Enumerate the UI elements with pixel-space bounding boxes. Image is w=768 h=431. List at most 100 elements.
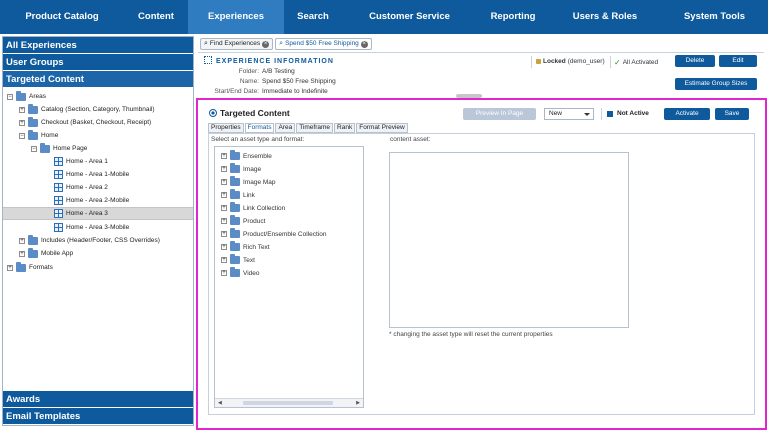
asset-type-label: Image Map bbox=[243, 178, 276, 186]
awards-header[interactable]: Awards bbox=[3, 391, 193, 408]
folder-value: A/B Testing bbox=[262, 68, 295, 75]
collapse-icon[interactable]: − bbox=[7, 93, 13, 100]
edit-button[interactable]: Edit bbox=[719, 55, 757, 67]
app-root: Product Catalog Content Experiences Sear… bbox=[0, 0, 768, 431]
expand-icon[interactable]: + bbox=[221, 153, 227, 159]
folder-icon bbox=[230, 254, 240, 264]
area-icon bbox=[54, 170, 63, 179]
delete-button[interactable]: Delete bbox=[675, 55, 715, 67]
user-groups-header[interactable]: User Groups bbox=[3, 54, 193, 71]
asset-type-text[interactable]: + Text bbox=[221, 254, 255, 265]
tree-item-mobile-app[interactable]: + Mobile App bbox=[19, 247, 73, 260]
left-panel: All Experiences User Groups Targeted Con… bbox=[2, 36, 194, 426]
collapse-icon[interactable]: − bbox=[31, 145, 37, 152]
tab-timeframe[interactable]: Timeframe bbox=[296, 123, 334, 133]
tab-format-preview[interactable]: Format Preview bbox=[356, 123, 408, 133]
all-experiences-header[interactable]: All Experiences bbox=[3, 37, 193, 54]
expand-icon[interactable]: + bbox=[19, 106, 25, 113]
asset-type-link-collection[interactable]: + Link Collection bbox=[221, 202, 285, 213]
expand-icon[interactable]: + bbox=[221, 257, 227, 263]
collapse-icon[interactable]: − bbox=[19, 132, 25, 139]
asset-type-video[interactable]: + Video bbox=[221, 267, 260, 278]
targeted-content-title: Targeted Content bbox=[209, 108, 290, 118]
tree-item-areas[interactable]: − Areas bbox=[7, 90, 46, 103]
preview-in-page-button[interactable]: Preview In Page bbox=[463, 108, 536, 120]
tree-item-label: Areas bbox=[29, 93, 46, 100]
expand-icon[interactable]: + bbox=[221, 192, 227, 198]
folder-icon bbox=[230, 228, 240, 238]
expand-icon[interactable]: + bbox=[221, 270, 227, 276]
folder-icon bbox=[40, 142, 50, 153]
tab-area[interactable]: Area bbox=[275, 123, 296, 133]
state-select[interactable]: New bbox=[544, 108, 594, 120]
scroll-left-icon[interactable]: ◀ bbox=[218, 400, 222, 406]
tab-formats[interactable]: Formats bbox=[244, 123, 275, 133]
scroll-thumb[interactable] bbox=[243, 401, 333, 405]
experience-icon: ⌕ bbox=[279, 40, 284, 47]
folder-icon bbox=[230, 150, 240, 160]
tree-item-label: Home Page bbox=[53, 145, 88, 152]
expand-icon[interactable]: + bbox=[19, 119, 25, 126]
tab-find-experiences[interactable]: ⌕ Find Experiences × bbox=[200, 38, 274, 50]
save-button[interactable]: Save bbox=[715, 108, 749, 120]
tab-properties[interactable]: Properties bbox=[208, 123, 244, 133]
asset-type-product[interactable]: + Product bbox=[221, 215, 265, 226]
check-icon: ✓ bbox=[614, 58, 621, 67]
nav-reporting[interactable]: Reporting bbox=[477, 0, 549, 34]
tree-item-includes[interactable]: + Includes (Header/Footer, CSS Overrides… bbox=[19, 234, 160, 247]
expand-icon[interactable]: + bbox=[221, 205, 227, 211]
tree-item-area2[interactable]: Home - Area 2 bbox=[54, 181, 108, 194]
asset-type-list[interactable]: + Ensemble + Image + Image Map + Link + Link … bbox=[214, 146, 364, 408]
tree-item-area3[interactable]: Home - Area 3 bbox=[3, 207, 193, 220]
tree-item-home[interactable]: − Home bbox=[19, 129, 58, 142]
nav-system-tools[interactable]: System Tools bbox=[661, 0, 768, 34]
tree-item-area3-mobile[interactable]: Home - Area 3-Mobile bbox=[54, 221, 129, 234]
asset-type-image[interactable]: + Image bbox=[221, 163, 261, 174]
tab-current-experience[interactable]: ⌕ Spend $50 Free Shipping × bbox=[275, 38, 372, 50]
expand-icon[interactable]: + bbox=[221, 231, 227, 237]
folder-icon bbox=[230, 215, 240, 225]
nav-experiences[interactable]: Experiences bbox=[188, 0, 284, 34]
expand-icon[interactable]: + bbox=[221, 218, 227, 224]
content-asset-box[interactable] bbox=[389, 152, 629, 328]
tree-item-catalog[interactable]: + Catalog (Section, Category, Thumbnail) bbox=[19, 103, 155, 116]
asset-type-label: Rich Text bbox=[243, 243, 270, 251]
folder-icon bbox=[16, 261, 26, 272]
activate-button[interactable]: Activate bbox=[664, 108, 710, 120]
email-templates-header[interactable]: Email Templates bbox=[3, 408, 193, 425]
expand-icon[interactable]: + bbox=[7, 264, 13, 271]
asset-type-rich-text[interactable]: + Rich Text bbox=[221, 241, 270, 252]
scroll-right-icon[interactable]: ▶ bbox=[356, 400, 360, 406]
tree-item-checkout[interactable]: + Checkout (Basket, Checkout, Receipt) bbox=[19, 116, 151, 129]
asset-type-product-ensemble-collection[interactable]: + Product/Ensemble Collection bbox=[221, 228, 326, 239]
close-icon[interactable]: × bbox=[360, 40, 368, 48]
targeted-content-header[interactable]: Targeted Content bbox=[3, 71, 193, 88]
expand-icon[interactable]: + bbox=[19, 250, 25, 257]
tree-item-label: Home - Area 3 bbox=[66, 210, 108, 217]
tree-item-area2-mobile[interactable]: Home - Area 2-Mobile bbox=[54, 194, 129, 207]
estimate-group-sizes-button[interactable]: Estimate Group Sizes bbox=[675, 78, 757, 90]
expand-icon[interactable]: + bbox=[221, 179, 227, 185]
tree-item-label: Home - Area 1 bbox=[66, 158, 108, 165]
close-icon[interactable]: × bbox=[262, 40, 270, 48]
expand-icon[interactable]: + bbox=[221, 166, 227, 172]
tree-item-formats[interactable]: + Formats bbox=[7, 261, 53, 274]
folder-icon bbox=[28, 129, 38, 140]
tab-rank[interactable]: Rank bbox=[334, 123, 356, 133]
expand-icon[interactable]: + bbox=[19, 237, 25, 244]
not-active-checkbox[interactable] bbox=[607, 111, 613, 117]
asset-type-link[interactable]: + Link bbox=[221, 189, 255, 200]
horizontal-scrollbar[interactable]: ◀ ▶ bbox=[215, 398, 363, 407]
tree-item-area1[interactable]: Home - Area 1 bbox=[54, 155, 108, 168]
asset-type-label: Video bbox=[243, 269, 260, 277]
asset-type-ensemble[interactable]: + Ensemble bbox=[221, 150, 272, 161]
nav-search[interactable]: Search bbox=[284, 0, 342, 34]
expand-icon[interactable]: + bbox=[221, 244, 227, 250]
tree-item-area1-mobile[interactable]: Home - Area 1-Mobile bbox=[54, 168, 129, 181]
nav-content[interactable]: Content bbox=[124, 0, 188, 34]
nav-users-roles[interactable]: Users & Roles bbox=[549, 0, 661, 34]
tree-item-home-page[interactable]: − Home Page bbox=[31, 142, 87, 155]
asset-type-image-map[interactable]: + Image Map bbox=[221, 176, 276, 187]
nav-product-catalog[interactable]: Product Catalog bbox=[0, 0, 124, 34]
nav-customer-service[interactable]: Customer Service bbox=[342, 0, 477, 34]
